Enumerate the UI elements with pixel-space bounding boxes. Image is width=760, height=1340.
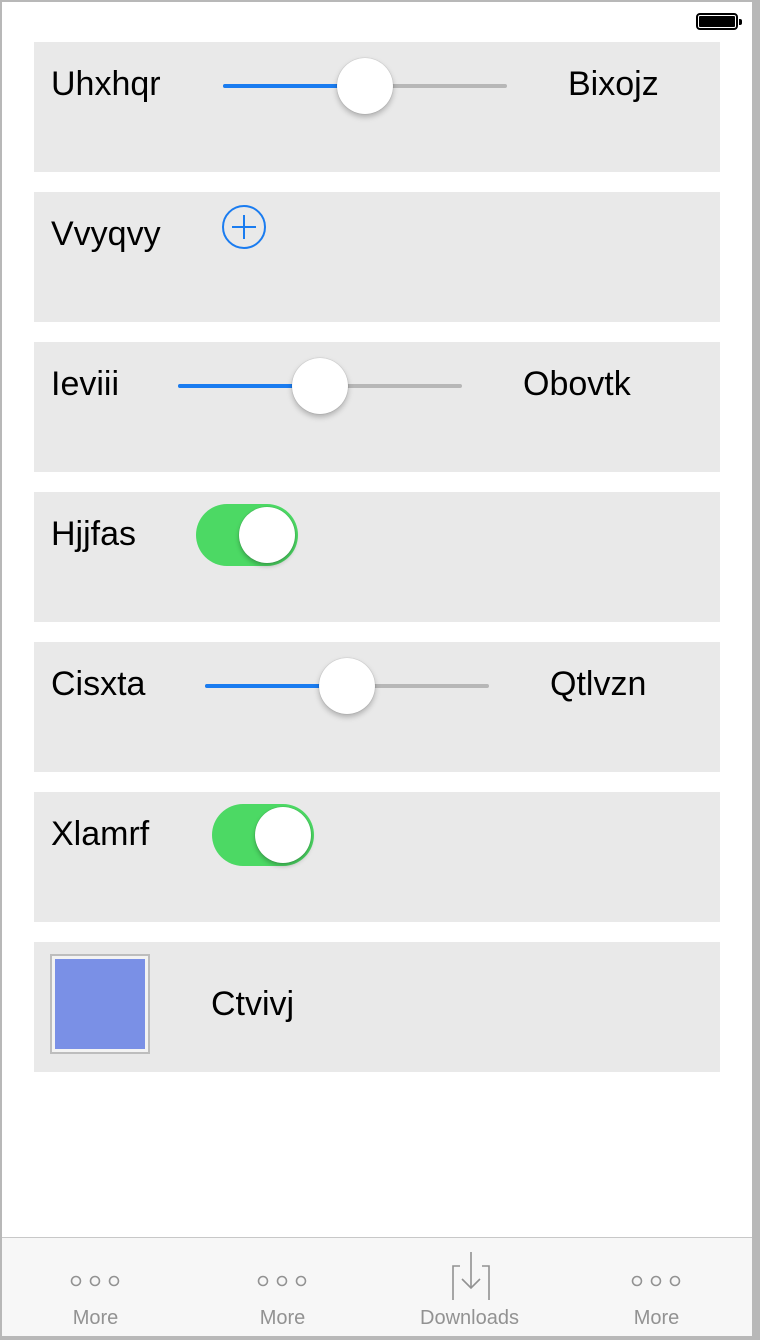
tab-more-2[interactable]: More [189,1238,376,1336]
row-ctvivj: Ctvivj [34,942,720,1072]
row-ieviii: Ieviii Obovtk [34,342,720,472]
row-label: Cisxta [51,665,146,703]
tab-label: More [72,1307,119,1329]
row-label: Uhxhqr [51,65,161,103]
row-label: Ctvivj [211,985,295,1023]
tab-more-1[interactable]: More [2,1238,189,1336]
tab-label: More [259,1307,306,1329]
slider-right-label: Qtlvzn [550,665,647,703]
row-label: Vvyqvy [51,215,161,253]
plus-circle-icon [222,205,266,249]
tab-label: More [633,1307,680,1329]
slider-thumb[interactable] [319,658,375,714]
tab-label: Downloads [420,1307,519,1329]
more-icon [631,1275,681,1287]
row-hjjfas: Hjjfas [34,492,720,622]
tab-bar: More More Downloads More [2,1237,752,1336]
slider[interactable] [205,656,489,716]
slider-right-label: Obovtk [523,365,631,403]
toggle-knob [239,507,295,563]
row-cisxta: Cisxta Qtlvzn [34,642,720,772]
status-bar [2,2,752,42]
toggle-knob [255,807,311,863]
slider-thumb[interactable] [292,358,348,414]
row-label: Ieviii [51,365,120,403]
add-button[interactable] [221,204,267,250]
slider[interactable] [178,356,462,416]
slider-right-label: Bixojz [568,65,659,103]
row-vvyqvy: Vvyqvy [34,192,720,322]
row-uhxhqr: Uhxhqr Bixojz [34,42,720,172]
more-icon [70,1275,120,1287]
row-label: Xlamrf [51,815,150,853]
row-xlamrf: Xlamrf [34,792,720,922]
color-swatch [55,959,145,1049]
tab-more-3[interactable]: More [563,1238,750,1336]
more-icon [257,1275,307,1287]
battery-icon [696,13,742,30]
screen: Uhxhqr Bixojz Vvyqvy Ieviii Obovtk Hjjfa… [2,2,752,1336]
toggle-switch[interactable] [212,804,314,866]
tab-downloads[interactable]: Downloads [376,1238,563,1336]
row-label: Hjjfas [51,515,137,553]
toggle-switch[interactable] [196,504,298,566]
color-well[interactable] [50,954,150,1054]
slider-thumb[interactable] [337,58,393,114]
slider[interactable] [223,56,507,116]
downloads-icon [452,1252,490,1300]
